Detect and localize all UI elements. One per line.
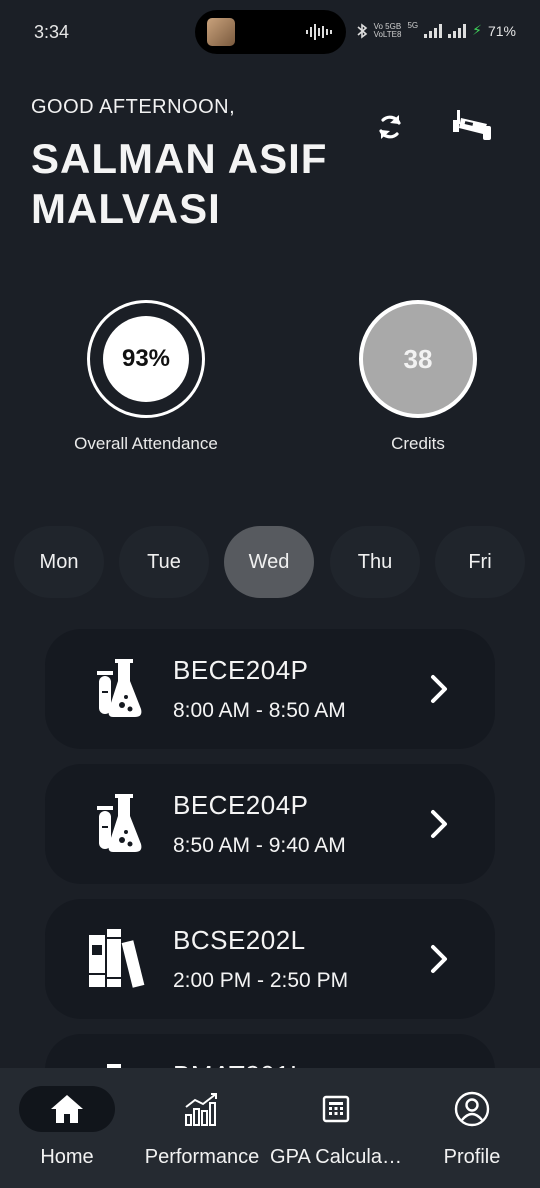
lab-flask-icon	[97, 794, 142, 852]
bar-chart-icon	[185, 1093, 217, 1126]
signal-icon	[424, 23, 443, 38]
class-time: 2:00 PM - 2:50 PM	[173, 969, 349, 992]
refresh-icon[interactable]	[369, 106, 411, 148]
greeting: GOOD AFTERNOON,	[31, 96, 236, 118]
chevron-right-icon[interactable]	[427, 673, 451, 705]
credits-label: Credits	[391, 434, 445, 453]
books-icon	[89, 929, 145, 988]
class-time: 8:50 AM - 9:40 AM	[173, 834, 346, 857]
profile-icon	[454, 1091, 490, 1127]
attendance-label: Overall Attendance	[74, 434, 218, 453]
class-code: BECE204P	[173, 655, 309, 685]
nav-item-performance[interactable]: Performance	[138, 1086, 266, 1176]
chevron-right-icon[interactable]	[427, 808, 451, 840]
audio-wave-icon	[306, 24, 332, 40]
status-icons: Vo 5GB VoLTE8 5G ⚡ 71%	[356, 22, 516, 39]
lab-flask-icon	[97, 659, 142, 717]
nav-item-profile[interactable]: Profile	[424, 1086, 520, 1176]
attendance-value: 93%	[103, 316, 189, 402]
day-tab-fri[interactable]: Fri	[435, 526, 525, 598]
nav-item-gpa-calculator[interactable]: GPA Calcula…	[270, 1086, 402, 1176]
class-card[interactable]: BECE204P 8:50 AM - 9:40 AM	[45, 764, 495, 884]
bluetooth-icon	[357, 22, 367, 39]
class-code: BCSE202L	[173, 925, 306, 955]
class-card[interactable]: BECE204P 8:00 AM - 8:50 AM	[45, 629, 495, 749]
home-icon	[51, 1095, 83, 1123]
user-name: SALMAN ASIF MALVASI	[31, 135, 328, 232]
nav-item-home[interactable]: Home	[19, 1086, 115, 1176]
network-bottom-label: VoLTE8	[373, 29, 402, 39]
battery-percent: 71%	[487, 22, 516, 39]
status-time: 3:34	[34, 22, 70, 42]
dynamic-island[interactable]	[195, 10, 346, 54]
chevron-right-icon[interactable]	[427, 943, 451, 975]
day-tab-thu[interactable]: Thu	[330, 526, 420, 598]
day-tab-wed[interactable]: Wed	[224, 526, 314, 598]
credits-stat[interactable]: 38 Credits	[328, 300, 508, 454]
nav-label-gpa-calculator: GPA Calcula…	[270, 1146, 402, 1168]
attendance-ring: 93%	[87, 300, 205, 418]
calculator-icon	[322, 1095, 350, 1123]
credits-ring: 38	[359, 300, 477, 418]
5g-label: 5G	[407, 21, 419, 30]
cctv-camera-icon[interactable]	[452, 106, 494, 148]
class-time: 8:00 AM - 8:50 AM	[173, 699, 346, 722]
day-tab-mon[interactable]: Mon	[14, 526, 104, 598]
day-tab-tue[interactable]: Tue	[119, 526, 209, 598]
network-type: Vo 5GB VoLTE8	[373, 22, 402, 39]
class-card[interactable]: BCSE202L 2:00 PM - 2:50 PM	[45, 899, 495, 1019]
charging-bolt-icon: ⚡	[472, 22, 482, 38]
media-thumbnail	[207, 18, 235, 46]
class-code: BECE204P	[173, 790, 309, 820]
signal-icon-2	[448, 23, 467, 38]
nav-label-performance: Performance	[144, 1146, 260, 1168]
credits-value: 38	[403, 343, 433, 374]
nav-label-profile: Profile	[443, 1146, 501, 1168]
nav-label-home: Home	[40, 1146, 94, 1168]
attendance-stat[interactable]: 93% Overall Attendance	[56, 300, 236, 454]
day-selector: Mon Tue Wed Thu Fri	[0, 526, 540, 598]
status-bar: 3:34 Vo 5GB VoLTE8 5G ⚡ 71%	[0, 0, 540, 64]
bottom-navigation: Home Performance GPA Calcula… Profile	[0, 1068, 540, 1188]
